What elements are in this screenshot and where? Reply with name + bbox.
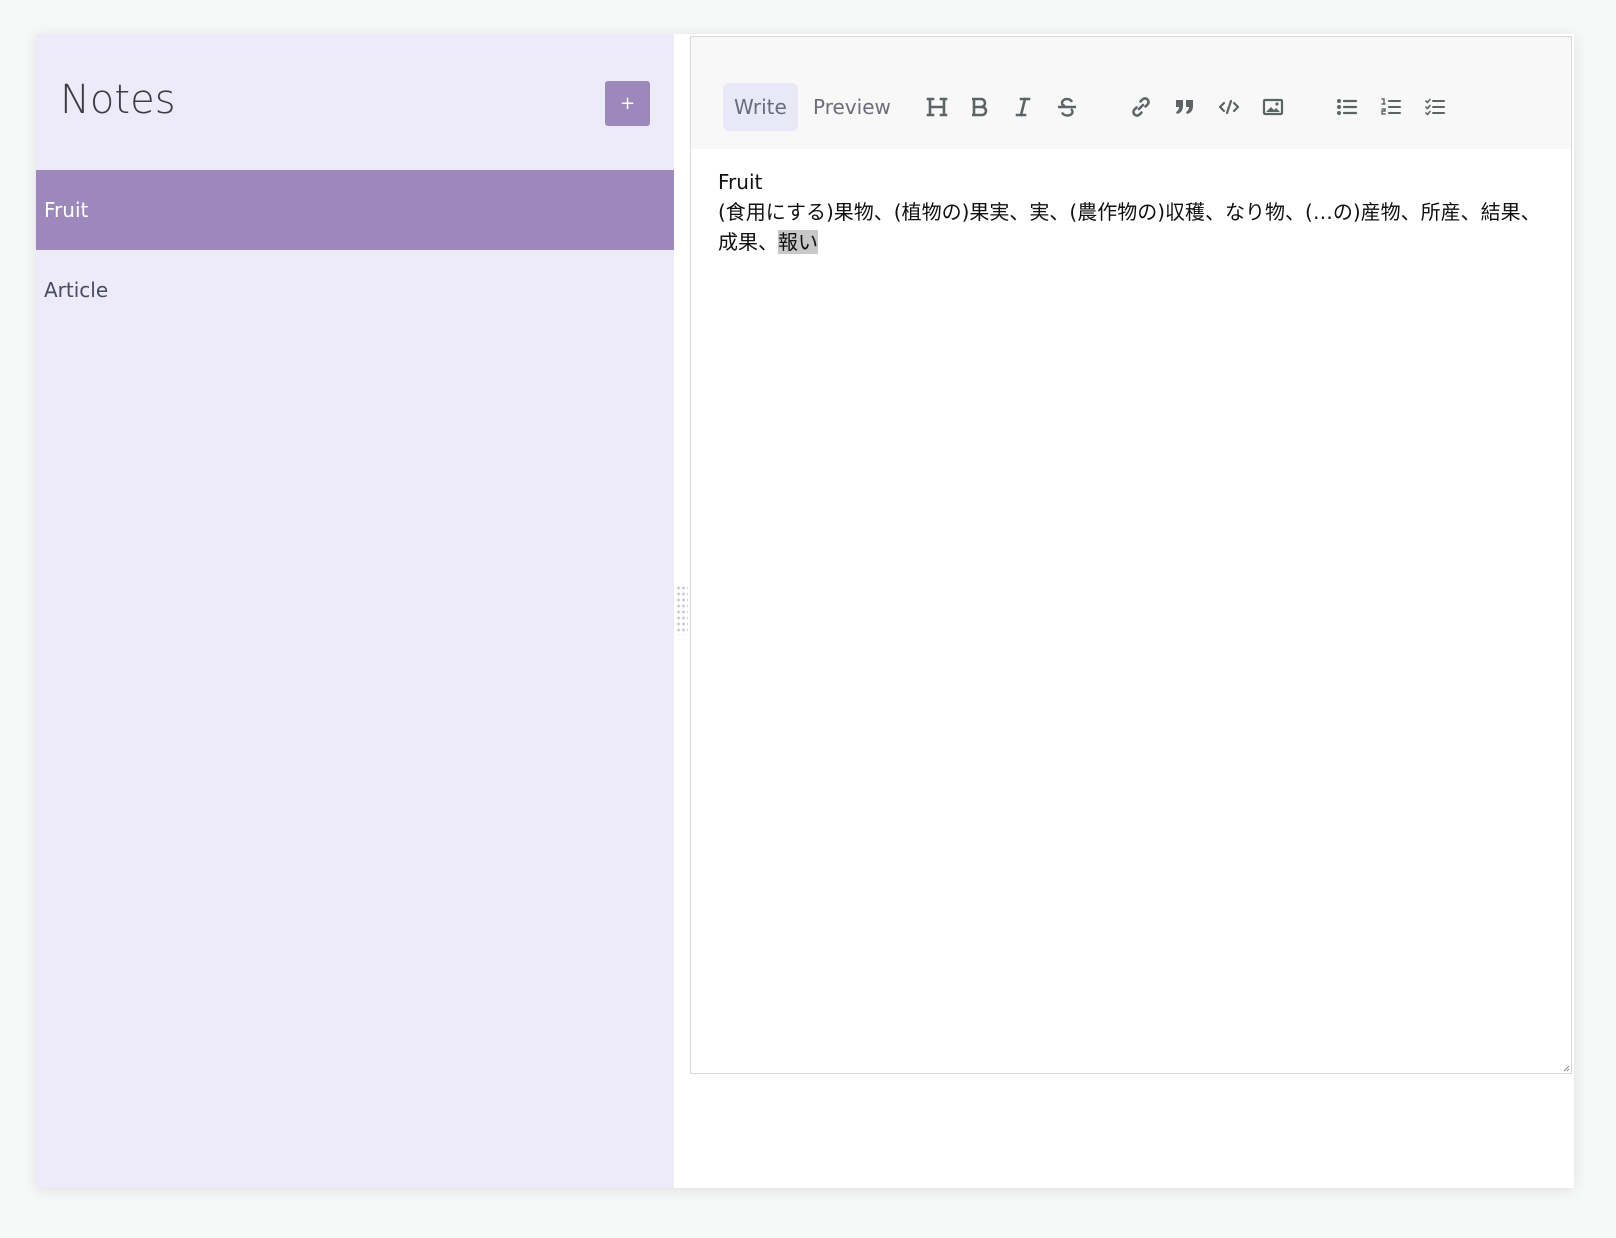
add-note-button[interactable]: + [605,81,650,126]
markdown-editor: Write Preview Fruit (食用にする)果物、(植物の)果実、実、… [690,36,1572,1074]
drag-handle-icon[interactable] [676,585,688,635]
quote-icon[interactable] [1169,91,1201,123]
heading-icon[interactable] [921,91,953,123]
resize-grip-icon[interactable] [1562,1064,1570,1072]
tab-write[interactable]: Write [723,83,798,131]
ordered-list-icon[interactable] [1375,91,1407,123]
sidebar: Notes + Fruit Article [36,34,674,1188]
tab-preview[interactable]: Preview [802,83,902,131]
code-icon[interactable] [1213,91,1245,123]
notes-app: Notes + Fruit Article Write Preview Frui… [36,34,1574,1188]
checked-list-icon[interactable] [1419,91,1451,123]
content-title-line: Fruit [718,170,763,194]
italic-icon[interactable] [1007,91,1039,123]
sidebar-title: Notes [60,77,176,123]
image-icon[interactable] [1257,91,1289,123]
selected-text: 報い [778,230,818,254]
editor-toolbar: Write Preview [691,37,1571,149]
content-body-text: (食用にする)果物、(植物の)果実、実、(農作物の)収穫、なり物、(…の)産物、… [718,200,1541,254]
bold-icon[interactable] [964,91,996,123]
strikethrough-icon[interactable] [1051,91,1083,123]
editor-pane: Write Preview Fruit (食用にする)果物、(植物の)果実、実、… [690,34,1574,1188]
note-list: Fruit Article [36,170,674,330]
editor-textarea[interactable]: Fruit (食用にする)果物、(植物の)果実、実、(農作物の)収穫、なり物、(… [718,167,1548,257]
note-item-article[interactable]: Article [36,250,674,330]
sidebar-header: Notes + [36,34,674,170]
note-item-fruit[interactable]: Fruit [36,170,674,250]
link-icon[interactable] [1125,91,1157,123]
unordered-list-icon[interactable] [1331,91,1363,123]
